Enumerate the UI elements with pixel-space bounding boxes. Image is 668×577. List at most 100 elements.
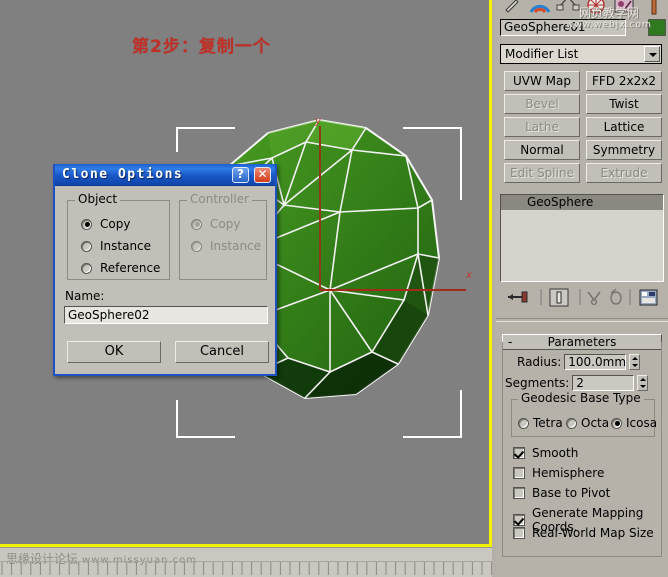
dialog-titlebar[interactable]: Clone Options ? ✕ — [55, 164, 275, 186]
ruler-ticks — [1, 562, 492, 575]
radio-label: Icosa — [626, 416, 658, 430]
radio-label: Reference — [100, 261, 161, 275]
modifier-button-bevel: Bevel — [504, 94, 580, 114]
radio-icon — [81, 240, 92, 252]
modifier-list-label: Modifier List — [505, 47, 579, 61]
radio-icon — [81, 218, 92, 230]
viewport-canvas[interactable]: y x 第2步：复制一个 Clone Options ? ✕ Object Co… — [0, 0, 489, 544]
radio-object-copy[interactable]: Copy — [81, 217, 130, 231]
radius-row[interactable]: Radius: 100.0mm — [517, 354, 641, 370]
modify-arrow-icon[interactable] — [500, 0, 524, 16]
checkbox-icon — [513, 527, 525, 539]
ok-button[interactable]: OK — [67, 341, 161, 363]
modifier-row: Edit Spline Extrude — [504, 163, 662, 183]
configure-modifier-sets-icon — [639, 289, 658, 306]
radio-icon — [518, 417, 529, 429]
radio-base-octa[interactable]: Octa — [566, 416, 609, 430]
segments-spinner[interactable] — [637, 375, 649, 391]
checkbox-real-world-map-size[interactable]: Real-World Map Size — [513, 526, 654, 540]
modifier-list-dropdown[interactable]: Modifier List — [500, 44, 662, 64]
modifier-button-symmetry[interactable]: Symmetry — [586, 140, 662, 160]
modifier-button-lathe: Lathe — [504, 117, 580, 137]
geodesic-base-type-group: Geodesic Base Type Tetra Octa Icosa — [511, 392, 657, 437]
segments-input[interactable]: 2 — [572, 375, 635, 391]
radio-controller-copy: Copy — [191, 217, 240, 231]
parameters-rollout-body: Radius: 100.0mm Segments: 2 Geodesic Bas… — [502, 342, 662, 557]
checkbox-label: Base to Pivot — [532, 486, 611, 500]
controller-group: Controller Copy Instance — [179, 193, 267, 280]
modifier-button-ffd-2x2x2[interactable]: FFD 2x2x2 — [586, 71, 662, 91]
modifier-button-sets[interactable]: UVW Map FFD 2x2x2 Bevel Twist Lathe Latt… — [504, 71, 662, 186]
command-panel[interactable]: 网页教学网 www.webjx.com GeoSphere01 Modifier… — [496, 0, 668, 577]
modifier-button-extrude: Extrude — [586, 163, 662, 183]
radius-spinner[interactable] — [629, 354, 641, 370]
perspective-viewport[interactable]: y x 第2步：复制一个 Clone Options ? ✕ Object Co… — [0, 0, 492, 547]
name-label: Name: — [65, 289, 105, 303]
modifier-stack-toolbar[interactable] — [500, 286, 664, 308]
radio-label: Octa — [581, 416, 610, 430]
radio-base-tetra[interactable]: Tetra — [518, 416, 563, 430]
radio-label: Instance — [210, 239, 262, 253]
modifier-button-edit-spline: Edit Spline — [504, 163, 580, 183]
site-watermark-url: www.webjx.com — [566, 20, 652, 30]
checkbox-label: Hemisphere — [532, 466, 605, 480]
radio-label: Copy — [210, 217, 241, 231]
axis-label-x: x — [465, 270, 472, 281]
modifier-row: UVW Map FFD 2x2x2 — [504, 71, 662, 91]
radio-controller-instance: Instance — [191, 239, 261, 253]
panel-divider — [496, 318, 668, 322]
dialog-title: Clone Options — [62, 167, 184, 182]
radio-icon — [611, 417, 622, 429]
checkbox-icon — [513, 514, 525, 526]
radio-label: Tetra — [533, 416, 563, 430]
modifier-button-twist[interactable]: Twist — [586, 94, 662, 114]
clone-name-input[interactable]: GeoSphere02 — [64, 306, 268, 324]
segments-label: Segments: — [505, 376, 570, 390]
ruler-strip: 思缘设计论坛www.missyuan.com — [0, 547, 492, 577]
clone-options-dialog[interactable]: Clone Options ? ✕ Object Copy Instance R… — [53, 164, 277, 376]
radius-input[interactable]: 100.0mm — [564, 354, 627, 370]
radio-icon — [566, 417, 577, 429]
modifier-row: Bevel Twist — [504, 94, 662, 114]
modifier-row: Normal Symmetry — [504, 140, 662, 160]
checkbox-icon — [513, 447, 525, 459]
modifier-button-lattice[interactable]: Lattice — [586, 117, 662, 137]
remove-modifier-icon — [610, 288, 622, 305]
chevron-down-icon[interactable] — [644, 46, 660, 62]
help-button[interactable]: ? — [232, 167, 249, 183]
controller-group-title: Controller — [187, 193, 253, 205]
checkbox-base-to-pivot[interactable]: Base to Pivot — [513, 486, 610, 500]
checkbox-icon — [513, 487, 525, 499]
radius-label: Radius: — [517, 355, 562, 369]
make-unique-icon — [587, 291, 601, 306]
radio-icon — [81, 262, 92, 274]
checkbox-label: Smooth — [532, 446, 579, 460]
dialog-body: Object Copy Instance Reference Controlle… — [55, 186, 275, 374]
modifier-stack[interactable]: GeoSphere — [500, 194, 664, 282]
radio-object-reference[interactable]: Reference — [81, 261, 160, 275]
radio-object-instance[interactable]: Instance — [81, 239, 151, 253]
radio-icon — [191, 240, 202, 252]
radio-label: Instance — [100, 239, 152, 253]
geodesic-group-title: Geodesic Base Type — [518, 392, 644, 404]
object-group-title: Object — [75, 193, 121, 205]
site-watermark-name: 网页教学网 — [578, 6, 639, 20]
segments-row[interactable]: Segments: 2 — [505, 375, 649, 391]
radio-icon — [191, 218, 202, 230]
checkbox-hemisphere[interactable]: Hemisphere — [513, 466, 604, 480]
cancel-button[interactable]: Cancel — [175, 341, 269, 363]
radio-base-icosa[interactable]: Icosa — [611, 416, 657, 430]
stack-item-geosphere[interactable]: GeoSphere — [501, 195, 663, 210]
checkbox-label: Real-World Map Size — [532, 526, 654, 540]
close-icon[interactable]: ✕ — [254, 167, 271, 183]
step-annotation: 第2步：复制一个 — [132, 37, 271, 57]
pin-stack-icon — [508, 291, 528, 303]
modifier-button-uvw-map[interactable]: UVW Map — [504, 71, 580, 91]
axis-label-y: y — [314, 116, 322, 127]
checkbox-smooth[interactable]: Smooth — [513, 446, 578, 460]
show-end-result-icon — [549, 288, 569, 307]
modifier-button-normal[interactable]: Normal — [504, 140, 580, 160]
site-watermark: 网页教学网 www.webjx.com — [566, 6, 652, 31]
radio-label: Copy — [100, 217, 131, 231]
create-rainbow-icon[interactable] — [528, 0, 552, 16]
